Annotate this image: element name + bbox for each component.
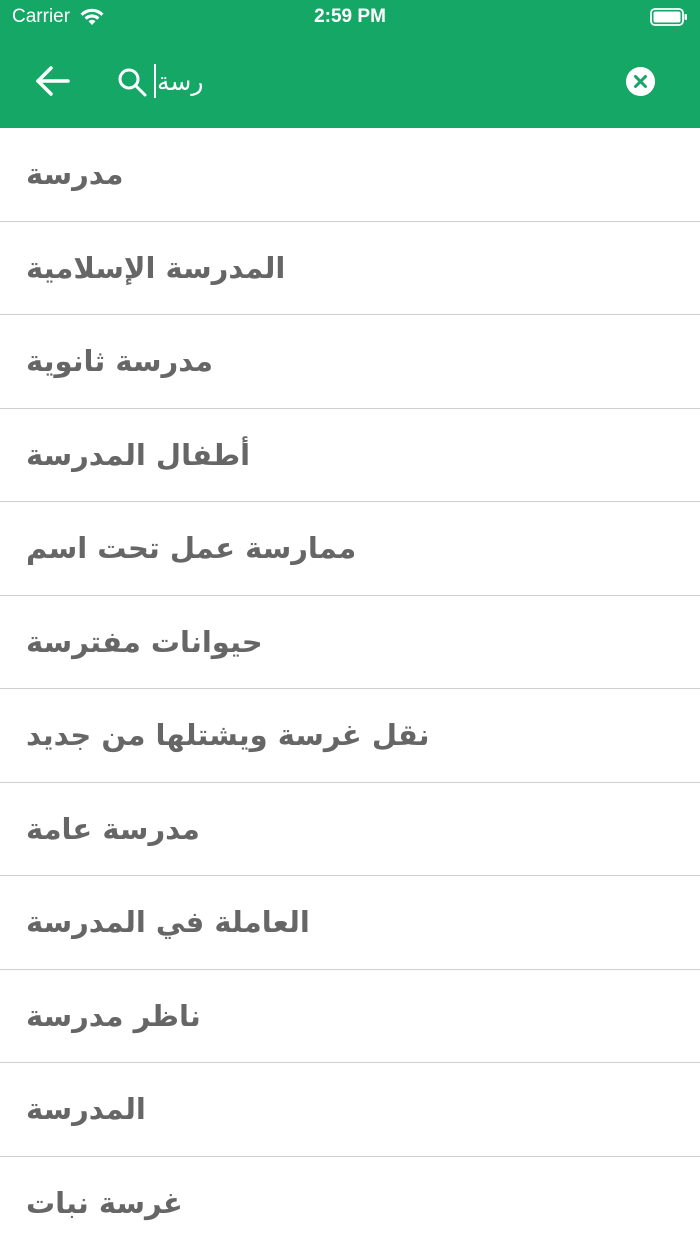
list-item-label: المدرسة (26, 1092, 146, 1127)
list-item-label: مدرسة عامة (26, 811, 200, 846)
arrow-left-icon (36, 66, 70, 96)
list-item[interactable]: غرسة نبات (0, 1157, 700, 1244)
list-item-label: مدرسة ثانوية (26, 344, 213, 379)
search-bar: رسة (0, 48, 700, 114)
list-item-label: مدرسة (26, 157, 124, 192)
list-item[interactable]: مدرسة (0, 128, 700, 222)
list-item[interactable]: حيوانات مفترسة (0, 596, 700, 689)
search-icon (118, 68, 147, 97)
results-list: مدرسة المدرسة الإسلامية مدرسة ثانوية أطف… (0, 128, 700, 1244)
search-input[interactable]: رسة (154, 56, 594, 106)
search-query: رسة (157, 66, 204, 96)
list-item-label: ناظر مدرسة (26, 998, 201, 1033)
text-caret (154, 64, 156, 98)
list-item-label: العاملة في المدرسة (26, 905, 310, 940)
app-header: Carrier 2:59 PM رسة (0, 0, 700, 128)
list-item[interactable]: مدرسة عامة (0, 783, 700, 876)
list-item[interactable]: أطفال المدرسة (0, 409, 700, 502)
list-item[interactable]: المدرسة (0, 1063, 700, 1157)
list-item[interactable]: المدرسة الإسلامية (0, 222, 700, 315)
list-item-label: ممارسة عمل تحت اسم (26, 531, 357, 566)
list-item[interactable]: ناظر مدرسة (0, 970, 700, 1063)
list-item[interactable]: العاملة في المدرسة (0, 876, 700, 970)
list-item-label: حيوانات مفترسة (26, 624, 263, 659)
list-item[interactable]: نقل غرسة ويشتلها من جديد (0, 689, 700, 783)
status-bar: Carrier 2:59 PM (0, 0, 700, 36)
clear-button[interactable] (626, 67, 655, 96)
list-item-label: غرسة نبات (26, 1186, 183, 1221)
status-time: 2:59 PM (314, 6, 386, 27)
battery-icon (650, 8, 687, 26)
list-item-label: المدرسة الإسلامية (26, 250, 286, 285)
list-item[interactable]: مدرسة ثانوية (0, 315, 700, 409)
list-item-label: نقل غرسة ويشتلها من جديد (26, 718, 430, 753)
clear-icon (626, 67, 655, 96)
list-item-label: أطفال المدرسة (26, 437, 251, 472)
back-button[interactable] (30, 62, 76, 100)
list-item[interactable]: ممارسة عمل تحت اسم (0, 502, 700, 596)
